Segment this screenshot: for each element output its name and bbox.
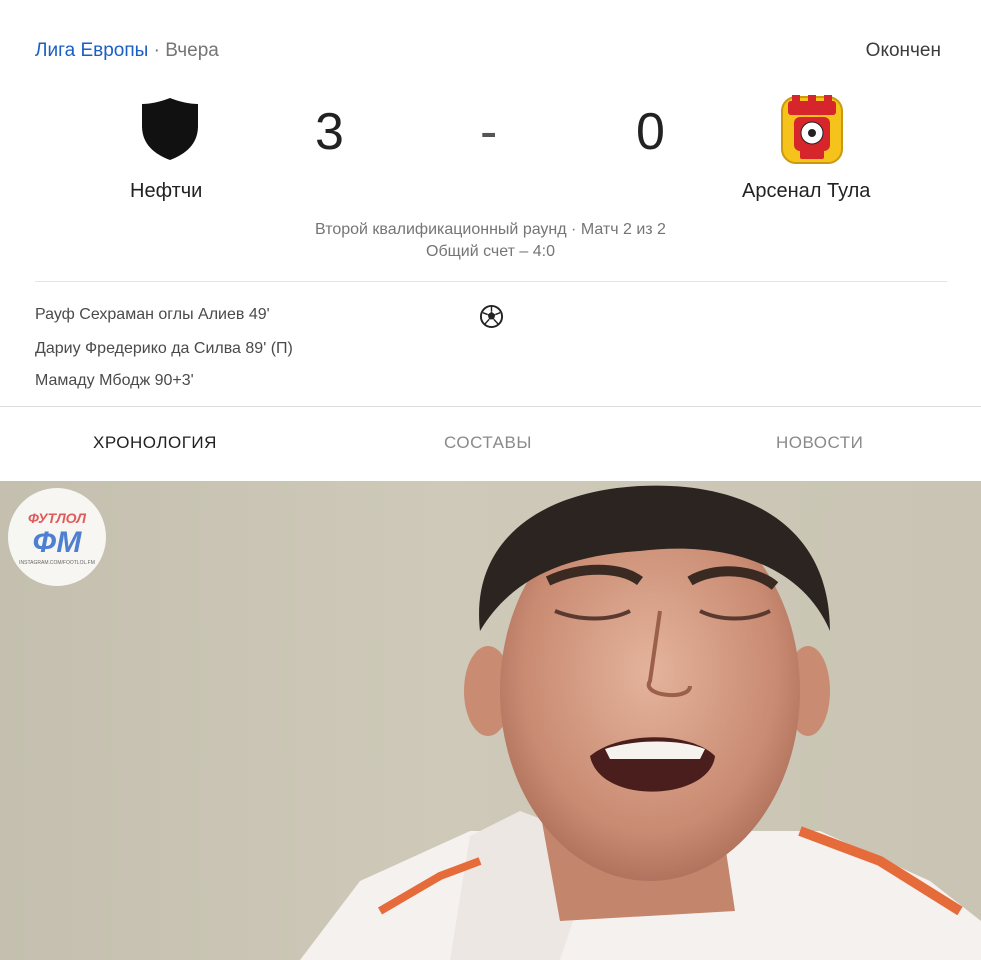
scorer-item: Рауф Сехраман оглы Алиев 49' [35, 306, 270, 323]
match-date: Вчера [165, 40, 219, 61]
match-card: Лига Европы · Вчера Окончен Нефтчи 3 - 0… [0, 0, 981, 478]
black-shield-icon[interactable] [140, 96, 200, 162]
home-score: 3 [315, 103, 344, 161]
header-separator: · [153, 40, 160, 61]
aggregate-score: Общий счет – 4:0 [426, 243, 555, 260]
score-dash: - [480, 103, 498, 161]
league-link[interactable]: Лига Европы [35, 40, 148, 61]
match-header: Лига Европы · Вчера [35, 40, 219, 62]
watermark-main: ФМ [32, 526, 82, 559]
home-team-name[interactable]: Нефтчи [130, 180, 202, 203]
watermark-logo: ФУТЛОЛ ФМ INSTAGRAM.COM/FOOTLOL.FM [8, 488, 106, 586]
arsenal-tula-crest-icon[interactable] [776, 93, 848, 167]
crying-player-image [300, 485, 981, 960]
tab-timeline[interactable]: ХРОНОЛОГИЯ [93, 433, 217, 453]
watermark-top: ФУТЛОЛ [27, 510, 87, 526]
tabs-divider [0, 406, 981, 407]
soccer-ball-icon [479, 304, 504, 329]
away-score: 0 [636, 103, 665, 161]
reaction-photo [0, 481, 981, 960]
divider [35, 281, 947, 282]
round-info: Второй квалификационный раунд · Матч 2 и… [315, 221, 666, 238]
tab-lineups[interactable]: СОСТАВЫ [444, 433, 532, 453]
scorer-item: Дариу Фредерико да Силва 89' (П) [35, 340, 293, 357]
scorer-item: Мамаду Мбодж 90+3' [35, 372, 194, 389]
away-team-name[interactable]: Арсенал Тула [742, 180, 870, 203]
tab-news[interactable]: НОВОСТИ [776, 433, 863, 453]
watermark-sub: INSTAGRAM.COM/FOOTLOL.FM [19, 560, 95, 566]
match-status: Окончен [865, 40, 941, 61]
